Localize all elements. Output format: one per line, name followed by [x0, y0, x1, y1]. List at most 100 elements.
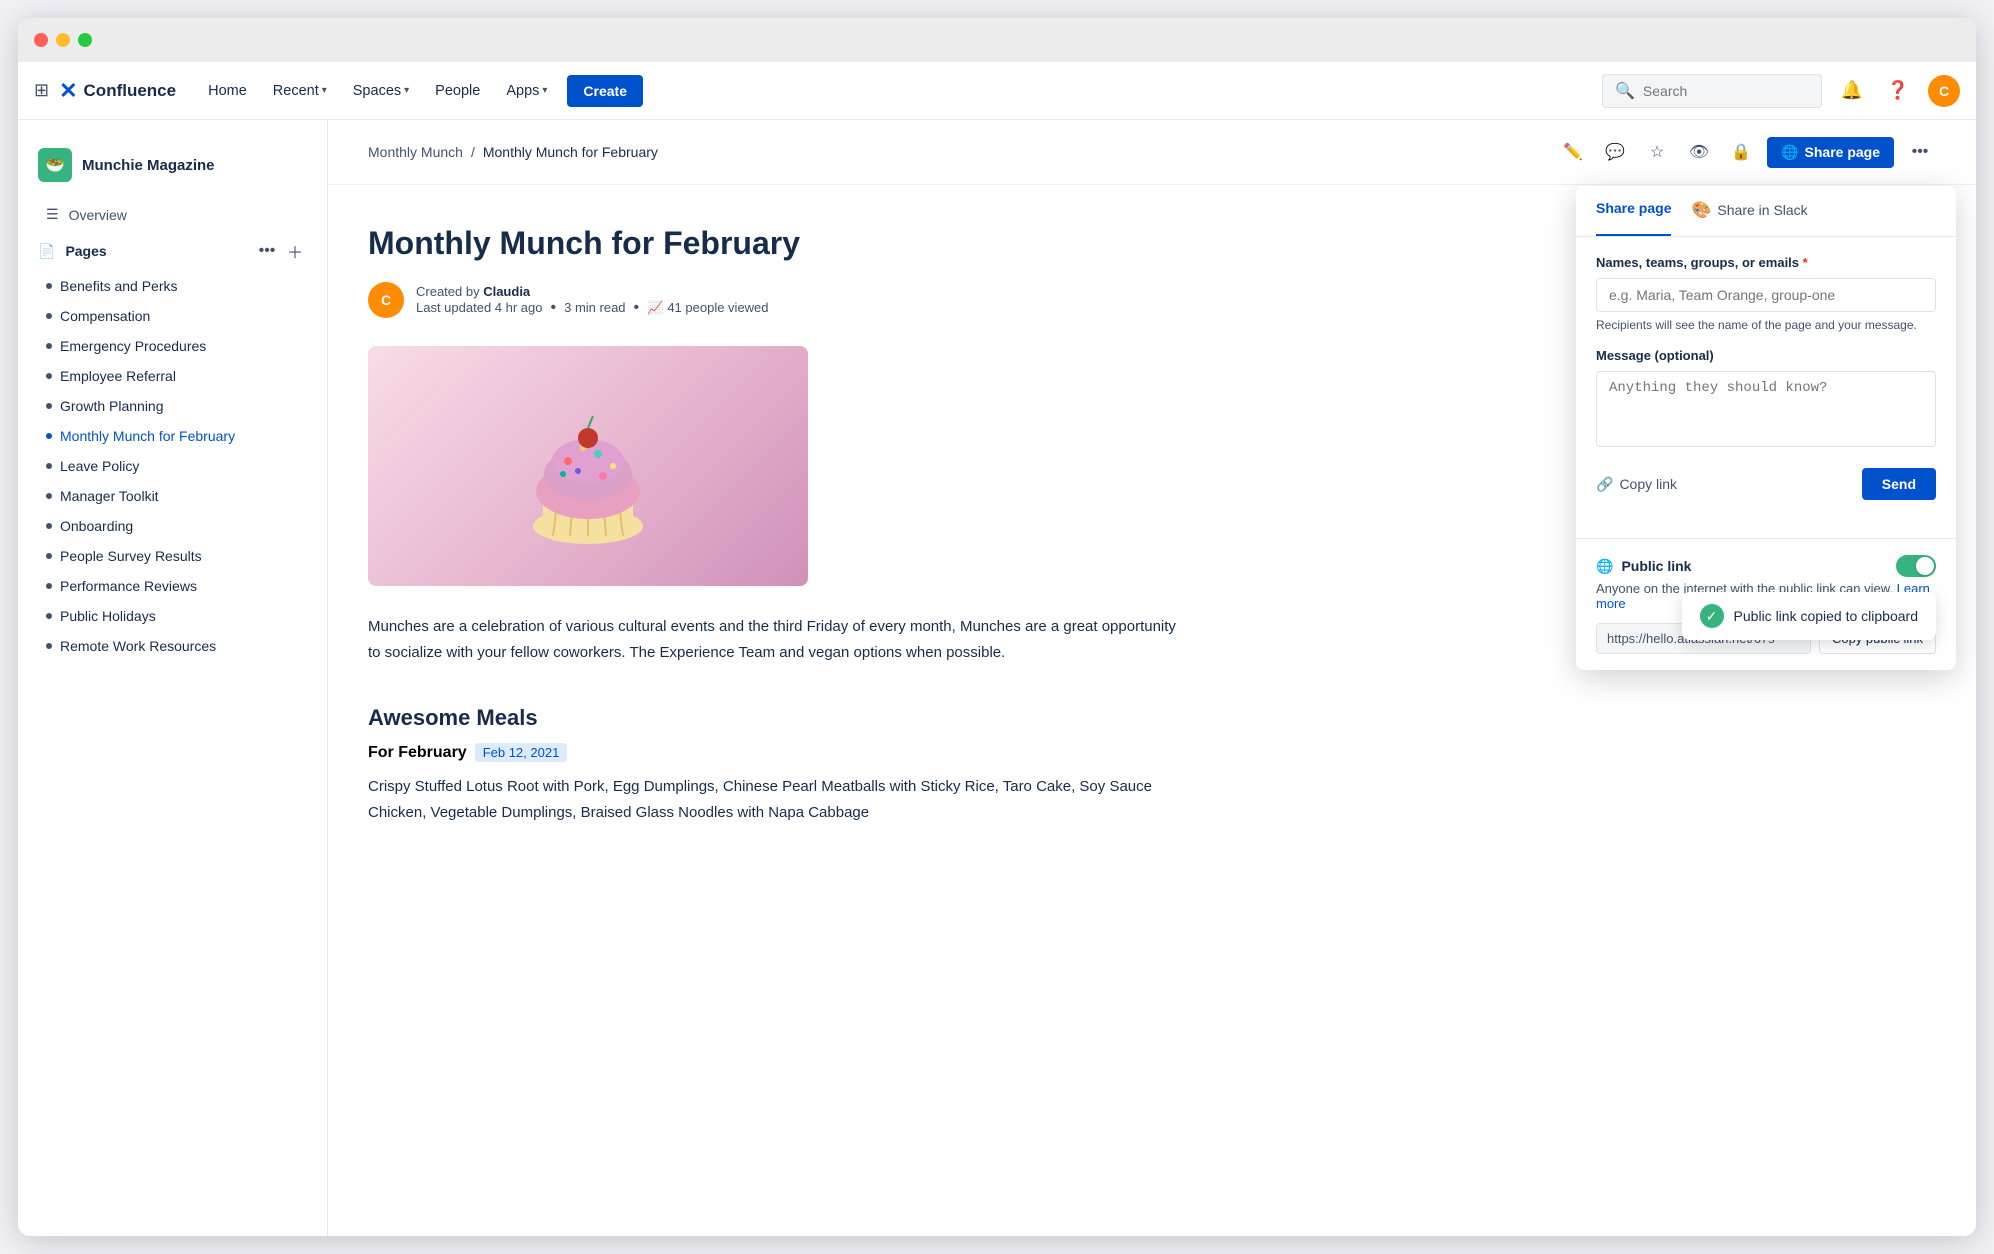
label-people-survey: People Survey Results [60, 548, 202, 564]
sidebar: 🥗 Munchie Magazine ☰ Overview 📄 Pages ••… [18, 120, 328, 1236]
more-options-button[interactable]: ••• [1904, 136, 1936, 168]
share-icon: 🌐 [1781, 144, 1798, 161]
nav-link-spaces[interactable]: Spaces ▾ [341, 77, 421, 105]
share-tab-slack[interactable]: 🎨 Share in Slack [1691, 186, 1807, 236]
confluence-logo-icon: ✕ [59, 78, 77, 104]
nav-link-recent[interactable]: Recent ▾ [261, 77, 339, 105]
search-box[interactable]: 🔍 [1602, 74, 1822, 108]
space-icon: 🥗 [38, 148, 72, 182]
slack-icon: 🎨 [1691, 200, 1711, 220]
watch-button[interactable]: 👁 [1683, 136, 1715, 168]
toggle-knob [1916, 557, 1934, 575]
sidebar-item-onboarding[interactable]: Onboarding [30, 511, 315, 541]
grid-icon[interactable]: ⊞ [34, 80, 49, 101]
sidebar-item-emergency[interactable]: Emergency Procedures [30, 331, 315, 361]
share-message-label: Message (optional) [1596, 348, 1936, 363]
sidebar-item-growth[interactable]: Growth Planning [30, 391, 315, 421]
sidebar-item-compensation[interactable]: Compensation [30, 301, 315, 331]
pages-icon: 📄 [38, 243, 55, 260]
pages-actions: ••• ＋ [255, 239, 307, 263]
edit-button[interactable]: ✏️ [1557, 136, 1589, 168]
nav-link-apps[interactable]: Apps ▾ [494, 77, 559, 105]
sidebar-item-referral[interactable]: Employee Referral [30, 361, 315, 391]
page-actions: ✏️ 💬 ☆ 👁 🔒 🌐 Share page ••• [1557, 136, 1936, 168]
sidebar-item-benefits[interactable]: Benefits and Perks [30, 271, 315, 301]
sidebar-item-public-holidays[interactable]: Public Holidays [30, 601, 315, 631]
avatar[interactable]: C [1928, 75, 1960, 107]
confluence-logo[interactable]: ✕ Confluence [59, 78, 176, 104]
comment-button[interactable]: 💬 [1599, 136, 1631, 168]
share-label: Share page [1805, 144, 1880, 160]
pages-add-button[interactable]: ＋ [283, 239, 307, 263]
bullet-benefits [46, 283, 52, 289]
page-title: Monthly Munch for February [368, 225, 1188, 262]
share-recipients-input[interactable] [1596, 278, 1936, 312]
bullet-remote-work [46, 643, 52, 649]
label-onboarding: Onboarding [60, 518, 133, 534]
search-input[interactable] [1643, 83, 1809, 99]
apps-chevron: ▾ [542, 85, 547, 96]
restrict-button[interactable]: 🔒 [1725, 136, 1757, 168]
page-meta: C Created by Claudia Last updated 4 hr a… [368, 282, 1188, 318]
sidebar-item-monthly-munch[interactable]: Monthly Munch for February [30, 421, 315, 451]
confluence-logo-text: Confluence [84, 81, 177, 101]
bullet-emergency [46, 343, 52, 349]
star-button[interactable]: ☆ [1641, 136, 1673, 168]
sidebar-item-leave[interactable]: Leave Policy [30, 451, 315, 481]
label-emergency: Emergency Procedures [60, 338, 206, 354]
cupcake-svg [488, 366, 688, 566]
bullet-referral [46, 373, 52, 379]
help-button[interactable]: ❓ [1882, 75, 1914, 107]
bullet-growth [46, 403, 52, 409]
sidebar-item-people-survey[interactable]: People Survey Results [30, 541, 315, 571]
space-name: Munchie Magazine [82, 157, 215, 174]
sidebar-items: Benefits and Perks Compensation Emergenc… [18, 271, 327, 661]
notifications-button[interactable]: 🔔 [1836, 75, 1868, 107]
traffic-light-close[interactable] [34, 33, 48, 47]
breadcrumb-current: Monthly Munch for February [483, 144, 658, 160]
meta-created: Created by Claudia [416, 284, 769, 299]
breadcrumb-separator: / [471, 144, 475, 160]
meta-row: Last updated 4 hr ago • 3 min read • 📈 4… [416, 299, 769, 317]
traffic-light-minimize[interactable] [56, 33, 70, 47]
public-link-toggle[interactable] [1896, 555, 1936, 577]
overview-icon: ☰ [46, 206, 59, 223]
share-tab-page[interactable]: Share page [1596, 186, 1671, 236]
last-updated: Last updated 4 hr ago [416, 300, 543, 315]
share-message-input[interactable] [1596, 371, 1936, 447]
label-public-holidays: Public Holidays [60, 608, 156, 624]
navbar: ⊞ ✕ Confluence Home Recent ▾ Spaces ▾ Pe… [18, 62, 1976, 120]
pages-more-button[interactable]: ••• [255, 239, 279, 263]
traffic-light-fullscreen[interactable] [78, 33, 92, 47]
sidebar-item-performance[interactable]: Performance Reviews [30, 571, 315, 601]
create-button[interactable]: Create [567, 75, 643, 107]
sidebar-overview[interactable]: ☰ Overview [26, 198, 319, 231]
copy-link-button[interactable]: 🔗 Copy link [1596, 476, 1677, 493]
sidebar-item-manager[interactable]: Manager Toolkit [30, 481, 315, 511]
bullet-performance [46, 583, 52, 589]
bullet-compensation [46, 313, 52, 319]
label-monthly-munch: Monthly Munch for February [60, 428, 235, 444]
breadcrumb-parent[interactable]: Monthly Munch [368, 144, 463, 160]
nav-links: Home Recent ▾ Spaces ▾ People Apps ▾ [196, 77, 559, 105]
sidebar-space[interactable]: 🥗 Munchie Magazine [18, 140, 327, 198]
main-layout: 🥗 Munchie Magazine ☰ Overview 📄 Pages ••… [18, 120, 1976, 1236]
pages-title: 📄 Pages [38, 243, 107, 260]
sidebar-item-remote-work[interactable]: Remote Work Resources [30, 631, 315, 661]
share-tabs: Share page 🎨 Share in Slack [1576, 186, 1956, 237]
views: 📈 41 people viewed [647, 300, 768, 316]
share-body: Names, teams, groups, or emails * Recipi… [1576, 237, 1956, 538]
send-button[interactable]: Send [1862, 468, 1936, 500]
label-compensation: Compensation [60, 308, 150, 324]
share-hint: Recipients will see the name of the page… [1596, 318, 1936, 332]
label-leave: Leave Policy [60, 458, 139, 474]
nav-link-home[interactable]: Home [196, 77, 259, 105]
nav-link-people[interactable]: People [423, 77, 492, 105]
share-button[interactable]: 🌐 Share page [1767, 137, 1894, 168]
public-link-header: 🌐 Public link [1596, 555, 1936, 577]
page-image [368, 346, 808, 586]
bullet-leave [46, 463, 52, 469]
label-performance: Performance Reviews [60, 578, 197, 594]
label-referral: Employee Referral [60, 368, 176, 384]
section-date: Feb 12, 2021 [475, 743, 568, 762]
